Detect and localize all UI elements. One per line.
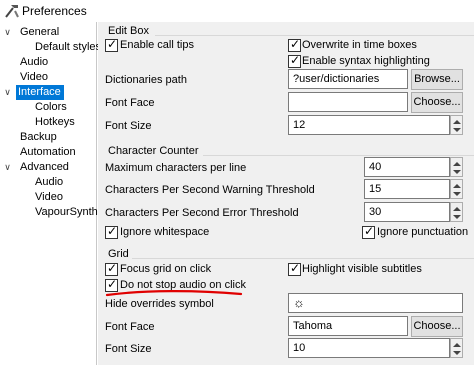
label-focus-grid: Focus grid on click <box>120 263 212 275</box>
checkbox-highlight-visible[interactable]: ✓ <box>288 261 301 276</box>
tree-item-colors[interactable]: Colors <box>33 100 69 115</box>
browse-button[interactable]: Browse... <box>411 69 463 90</box>
chevron-down-icon[interactable]: ∨ <box>3 88 12 97</box>
group-title-grid: Grid <box>108 248 129 260</box>
label-grid-font-face: Font Face <box>105 321 155 333</box>
label-edit-font-size: Font Size <box>105 120 152 132</box>
checkbox-enable-call-tips[interactable]: ✓ <box>105 37 118 52</box>
category-tree[interactable]: ∨ General Default styles Audio Video ∨ I… <box>0 22 101 365</box>
title-bar: Preferences <box>0 0 474 22</box>
cps-warning-input[interactable]: 15 <box>364 179 450 199</box>
cps-warning-spinner[interactable] <box>450 179 463 199</box>
grid-font-size-input[interactable]: 10 <box>288 338 450 358</box>
tree-item-video[interactable]: Video <box>18 70 50 85</box>
label-dictionaries-path: Dictionaries path <box>105 74 187 86</box>
group-divider <box>203 155 474 156</box>
label-syntax-highlighting: Enable syntax highlighting <box>302 55 430 67</box>
label-edit-font-face: Font Face <box>105 97 155 109</box>
label-highlight-visible: Highlight visible subtitles <box>302 263 422 275</box>
cps-error-input[interactable]: 30 <box>364 202 450 222</box>
chevron-down-icon[interactable]: ∨ <box>3 163 12 172</box>
tree-item-advanced[interactable]: Advanced <box>18 160 71 175</box>
tree-item-interface[interactable]: Interface <box>16 85 64 100</box>
label-hide-overrides: Hide overrides symbol <box>105 298 214 310</box>
edit-font-choose-button[interactable]: Choose... <box>411 92 463 113</box>
tree-item-automation[interactable]: Automation <box>18 145 78 160</box>
window-title: Preferences <box>22 4 87 18</box>
tree-item-backup[interactable]: Backup <box>18 130 59 145</box>
label-grid-font-size: Font Size <box>105 343 152 355</box>
grid-font-face-input[interactable]: Tahoma <box>288 316 408 336</box>
tree-item-advanced-video[interactable]: Video <box>33 190 65 205</box>
group-divider <box>155 35 474 36</box>
max-chars-spinner[interactable] <box>450 157 463 177</box>
cps-error-spinner[interactable] <box>450 202 463 222</box>
tree-item-default-styles[interactable]: Default styles <box>33 40 103 55</box>
edit-font-face-input[interactable] <box>288 92 408 112</box>
label-ignore-punctuation: Ignore punctuation <box>377 226 469 238</box>
checkbox-overwrite-time-boxes[interactable]: ✓ <box>288 37 301 52</box>
dictionaries-path-input[interactable]: ?user/dictionaries <box>288 69 408 89</box>
max-chars-input[interactable]: 40 <box>364 157 450 177</box>
edit-font-size-spinner[interactable] <box>450 115 463 135</box>
checkbox-focus-grid[interactable]: ✓ <box>105 261 118 276</box>
app-icon <box>5 5 19 18</box>
grid-font-choose-button[interactable]: Choose... <box>411 316 463 337</box>
label-cps-warning: Characters Per Second Warning Threshold <box>105 184 315 196</box>
checkbox-ignore-whitespace[interactable]: ✓ <box>105 224 118 239</box>
tree-item-vapoursynth[interactable]: VapourSynth <box>33 205 100 220</box>
label-overwrite-time-boxes: Overwrite in time boxes <box>302 39 417 51</box>
chevron-down-icon[interactable]: ∨ <box>3 28 12 37</box>
grid-font-size-spinner[interactable] <box>450 338 463 358</box>
label-cps-error: Characters Per Second Error Threshold <box>105 207 299 219</box>
group-divider <box>132 258 474 259</box>
tree-item-advanced-audio[interactable]: Audio <box>33 175 65 190</box>
tree-item-audio[interactable]: Audio <box>18 55 50 70</box>
tree-item-general[interactable]: General <box>18 25 61 40</box>
checkbox-syntax-highlighting[interactable]: ✓ <box>288 53 301 68</box>
group-title-edit-box: Edit Box <box>108 25 149 37</box>
label-enable-call-tips: Enable call tips <box>120 39 194 51</box>
label-max-chars: Maximum characters per line <box>105 162 247 174</box>
group-title-character-counter: Character Counter <box>108 145 199 157</box>
tree-item-hotkeys[interactable]: Hotkeys <box>33 115 77 130</box>
hide-overrides-symbol-input[interactable]: ☼ <box>288 293 463 313</box>
label-ignore-whitespace: Ignore whitespace <box>120 226 210 238</box>
checkbox-ignore-punctuation[interactable]: ✓ <box>362 224 375 239</box>
edit-font-size-input[interactable]: 12 <box>288 115 450 135</box>
